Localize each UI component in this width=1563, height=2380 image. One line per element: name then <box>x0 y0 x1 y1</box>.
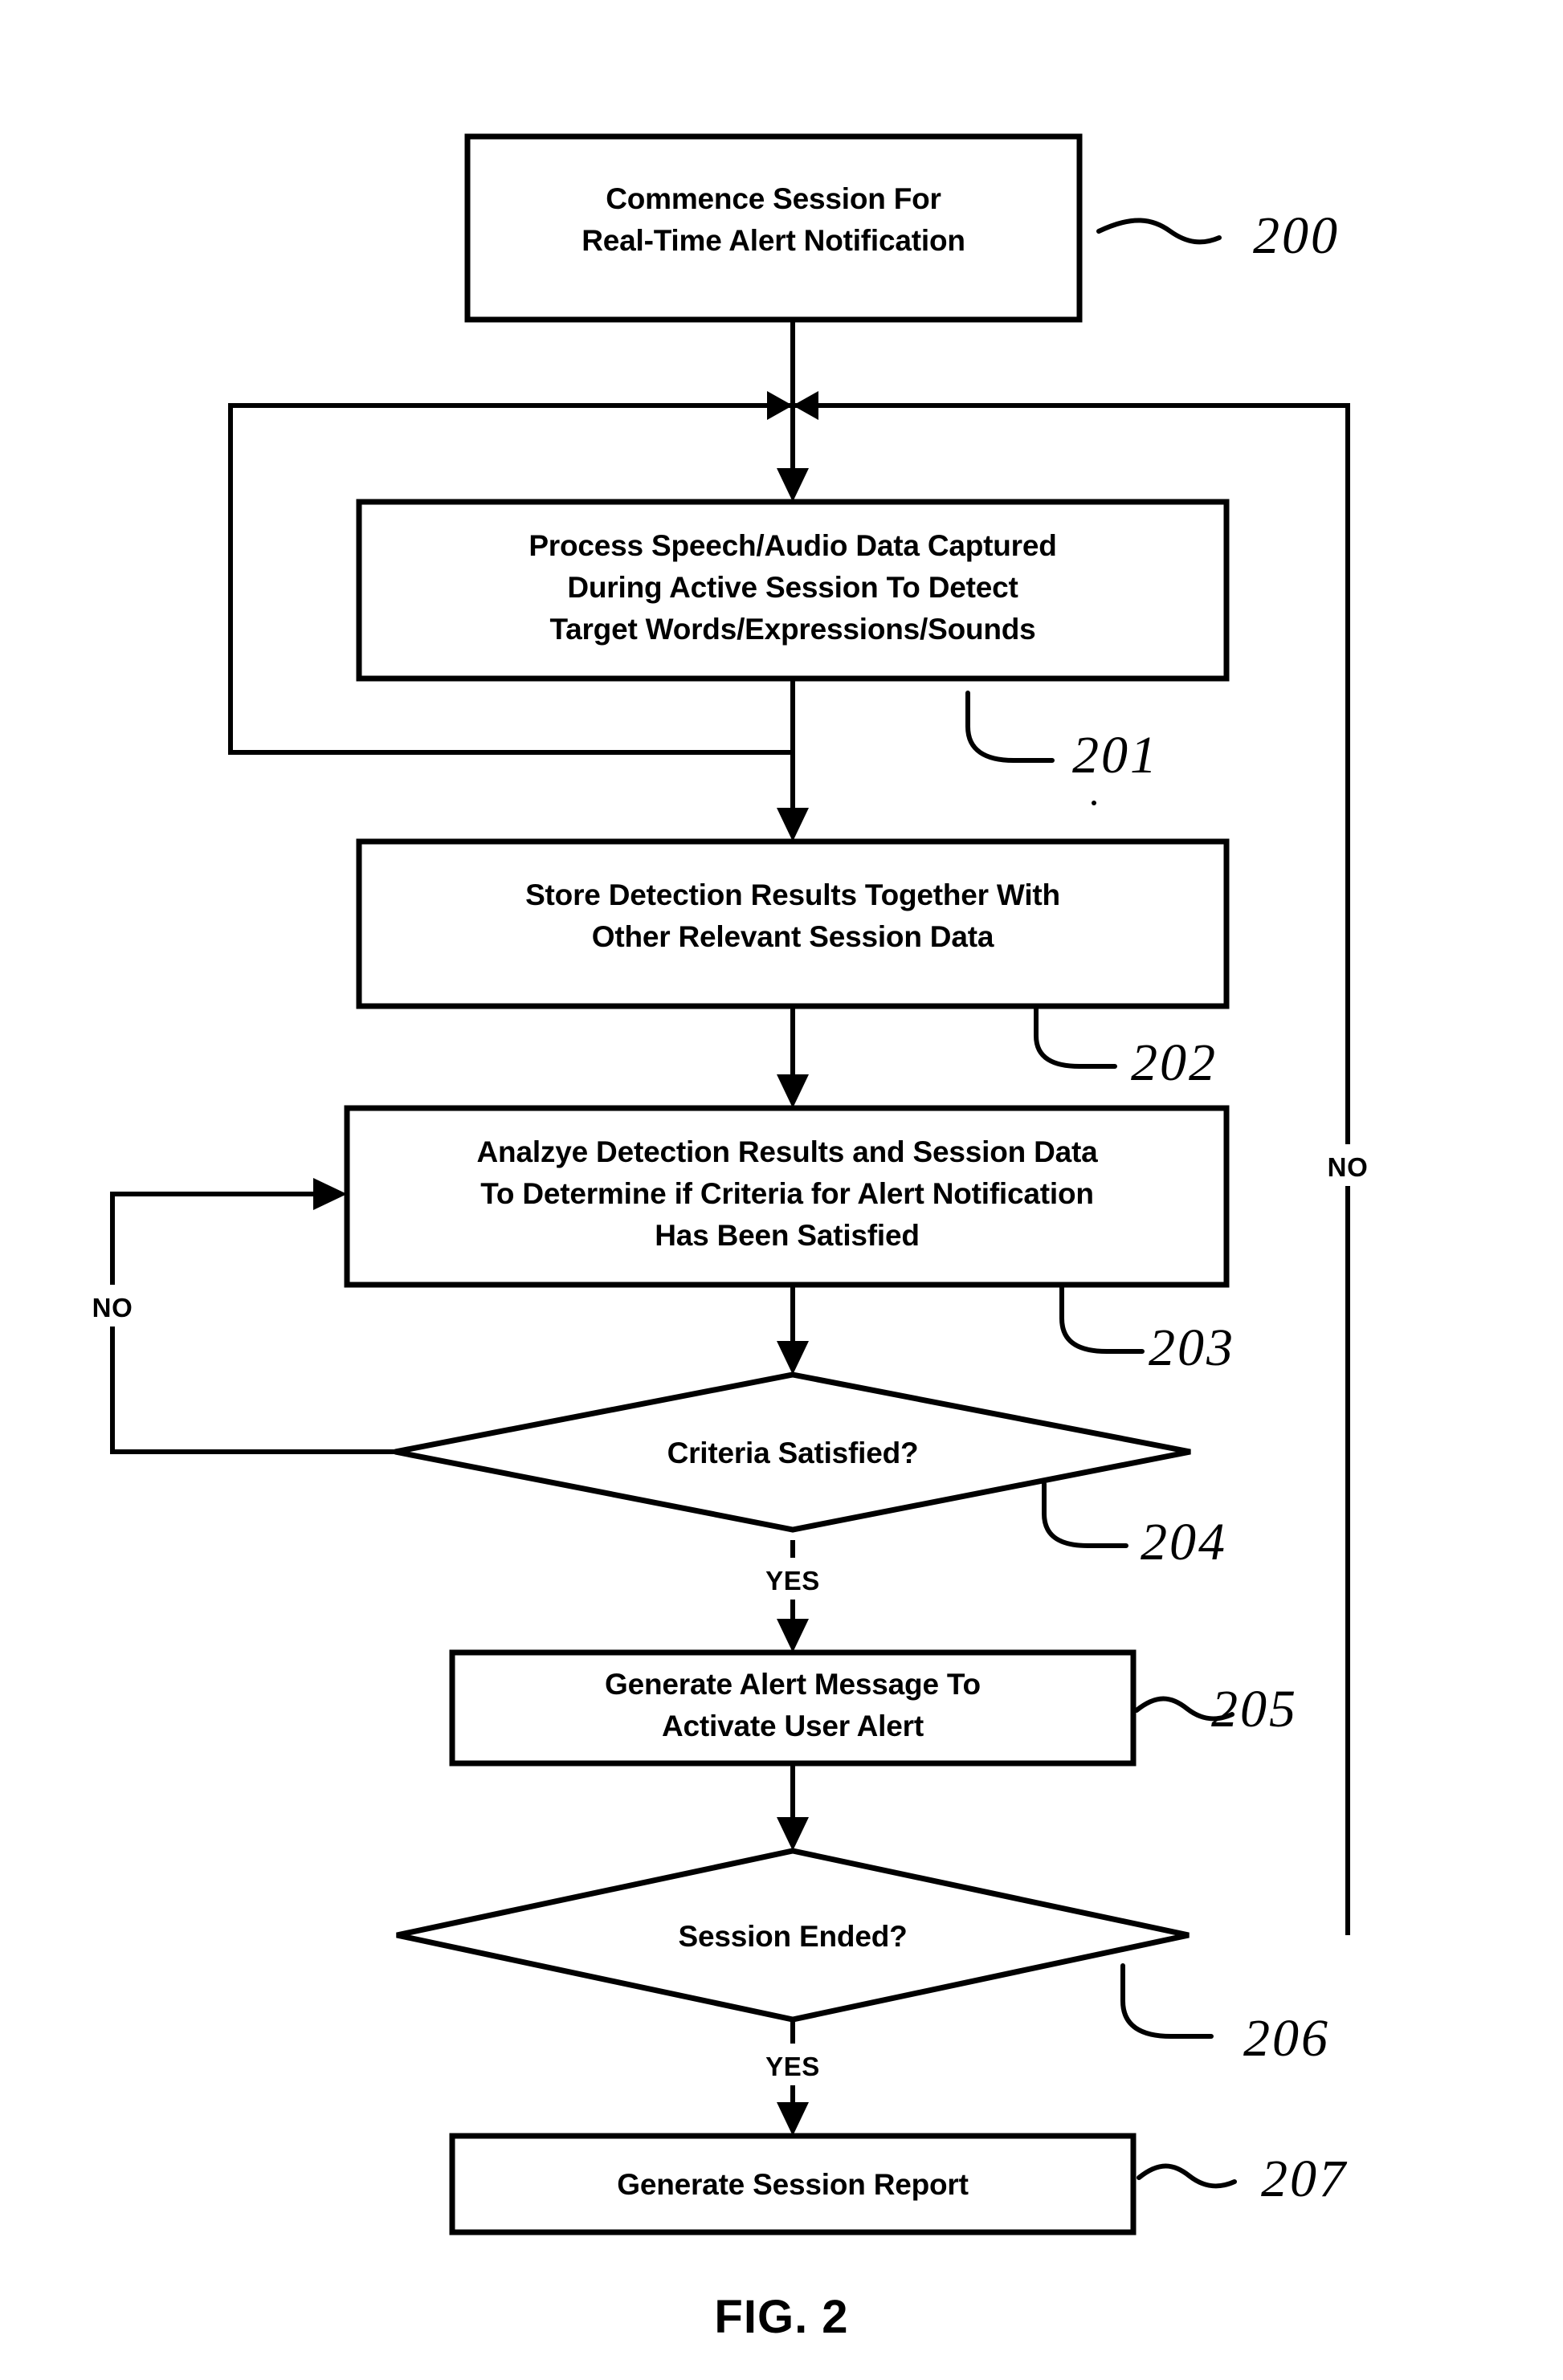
node-202-line1: Store Detection Results Together With <box>525 878 1060 911</box>
node-207-label: Generate Session Report <box>617 2168 969 2201</box>
node-205-generate-alert[interactable]: Generate Alert Message To Activate User … <box>449 1649 1137 1767</box>
node-201-line3: Target Words/Expressions/Sounds <box>549 613 1035 646</box>
ref-leader-206 <box>1120 1963 1214 2039</box>
edge-201-to-202 <box>777 679 809 842</box>
edge-205-to-206 <box>777 1763 809 1851</box>
ref-leader-201 <box>965 691 1055 763</box>
node-207-generate-report[interactable]: Generate Session Report <box>449 2133 1137 2235</box>
node-206-label: Session Ended? <box>678 1920 907 1953</box>
branch-label-no-right-top: NO <box>1328 1152 1369 1182</box>
ref-leader-204 <box>1042 1481 1128 1548</box>
ref-number-207: 207 <box>1261 2150 1348 2208</box>
node-205-line2: Activate User Alert <box>662 1710 924 1742</box>
ref-number-202: 202 <box>1131 1033 1218 1092</box>
edge-junction-to-201 <box>777 405 809 502</box>
node-204-label: Criteria Satisfied? <box>667 1437 919 1469</box>
branch-label-yes-session: YES <box>765 2052 820 2081</box>
node-202-line2: Other Relevant Session Data <box>592 920 994 953</box>
node-203-line3: Has Been Satisfied <box>655 1219 920 1252</box>
ref-number-200: 200 <box>1253 206 1340 265</box>
node-202-store-results[interactable]: Store Detection Results Together With Ot… <box>356 838 1230 1009</box>
ref-number-204: 204 <box>1141 1513 1227 1571</box>
patent-figure: Commence Session For Real-Time Alert Not… <box>0 0 1563 2380</box>
node-200-line2: Real-Time Alert Notification <box>582 224 965 257</box>
ref-leader-202 <box>1034 1004 1117 1069</box>
node-204-criteria-satisfied[interactable]: Criteria Satisfied? <box>394 1371 1191 1533</box>
edge-203-to-204 <box>777 1285 809 1375</box>
node-203-line2: To Determine if Criteria for Alert Notif… <box>480 1177 1094 1210</box>
ref-number-201: 201 <box>1072 726 1159 785</box>
ref-leader-203 <box>1059 1285 1145 1354</box>
node-200-line1: Commence Session For <box>606 182 941 215</box>
node-203-line1: Analzye Detection Results and Session Da… <box>477 1135 1099 1168</box>
node-206-session-ended[interactable]: Session Ended? <box>396 1848 1190 2023</box>
figure-caption: FIG. 2 <box>714 2291 848 2343</box>
branch-label-yes-criteria: YES <box>765 1566 820 1595</box>
flowchart-diagram: Commence Session For Real-Time Alert Not… <box>82 133 1378 2343</box>
ref-number-206: 206 <box>1243 2009 1330 2068</box>
node-200-commence-session[interactable]: Commence Session For Real-Time Alert Not… <box>464 133 1083 323</box>
node-203-analyze-results[interactable]: Analzye Detection Results and Session Da… <box>344 1105 1230 1288</box>
node-201-line2: During Active Session To Detect <box>567 571 1018 604</box>
ref-number-203: 203 <box>1149 1318 1235 1377</box>
branch-label-no-left-top: NO <box>92 1293 133 1322</box>
node-201-process-speech[interactable]: Process Speech/Audio Data Captured Durin… <box>356 499 1230 682</box>
ref-number-205: 205 <box>1211 1680 1298 1738</box>
node-205-line1: Generate Alert Message To <box>605 1668 981 1701</box>
edge-202-to-203 <box>777 1006 809 1108</box>
node-201-line1: Process Speech/Audio Data Captured <box>528 529 1056 562</box>
ref-leader-207 <box>1137 2163 1237 2189</box>
